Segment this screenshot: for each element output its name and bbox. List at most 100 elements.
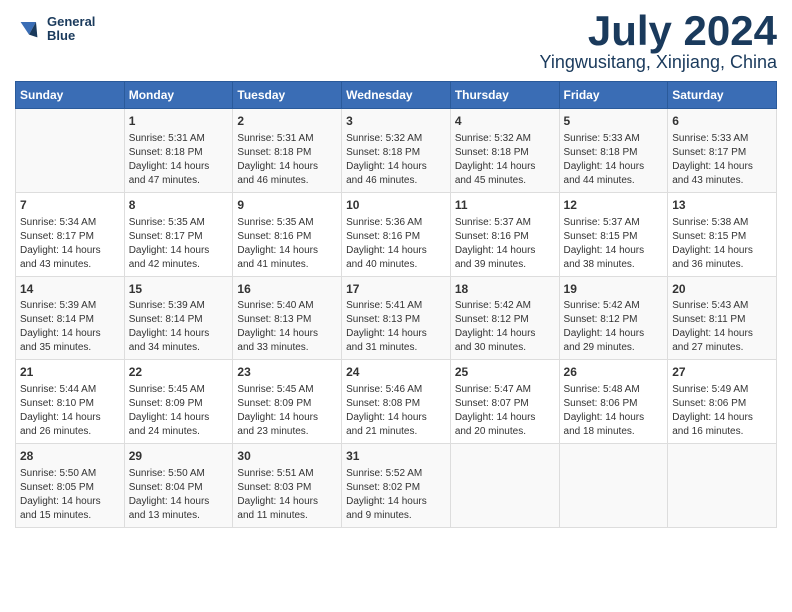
logo-line1: General: [47, 15, 95, 29]
calendar-cell: 27 Sunrise: 5:49 AM Sunset: 8:06 PM Dayli…: [668, 360, 777, 444]
header-day: Tuesday: [233, 82, 342, 109]
header-day: Friday: [559, 82, 668, 109]
cell-content: Sunrise: 5:51 AM Sunset: 8:03 PM Dayligh…: [237, 467, 337, 523]
cell-content: Sunrise: 5:33 AM Sunset: 8:17 PM Dayligh…: [672, 132, 772, 188]
calendar-cell: 28 Sunrise: 5:50 AM Sunset: 8:05 PM Dayli…: [16, 444, 125, 528]
calendar-cell: 4 Sunrise: 5:32 AM Sunset: 8:18 PM Daylig…: [450, 109, 559, 193]
day-number: 14: [20, 281, 120, 298]
day-number: 15: [129, 281, 229, 298]
day-number: 11: [455, 197, 555, 214]
logo-icon: [15, 15, 43, 43]
day-number: 17: [346, 281, 446, 298]
header-day: Saturday: [668, 82, 777, 109]
cell-content: Sunrise: 5:43 AM Sunset: 8:11 PM Dayligh…: [672, 299, 772, 355]
cell-content: Sunrise: 5:39 AM Sunset: 8:14 PM Dayligh…: [129, 299, 229, 355]
day-number: 23: [237, 364, 337, 381]
cell-content: Sunrise: 5:44 AM Sunset: 8:10 PM Dayligh…: [20, 383, 120, 439]
cell-content: Sunrise: 5:35 AM Sunset: 8:16 PM Dayligh…: [237, 216, 337, 272]
cell-content: Sunrise: 5:46 AM Sunset: 8:08 PM Dayligh…: [346, 383, 446, 439]
cell-content: Sunrise: 5:40 AM Sunset: 8:13 PM Dayligh…: [237, 299, 337, 355]
header-day: Sunday: [16, 82, 125, 109]
cell-content: Sunrise: 5:36 AM Sunset: 8:16 PM Dayligh…: [346, 216, 446, 272]
calendar-week-row: 7 Sunrise: 5:34 AM Sunset: 8:17 PM Daylig…: [16, 192, 777, 276]
title-block: July 2024 Yingwusitang, Xinjiang, China: [540, 10, 777, 73]
calendar-cell: 26Sunrise: 5:48 AM Sunset: 8:06 PM Dayli…: [559, 360, 668, 444]
cell-content: Sunrise: 5:45 AM Sunset: 8:09 PM Dayligh…: [129, 383, 229, 439]
calendar-cell: 25Sunrise: 5:47 AM Sunset: 8:07 PM Dayli…: [450, 360, 559, 444]
cell-content: Sunrise: 5:42 AM Sunset: 8:12 PM Dayligh…: [564, 299, 664, 355]
calendar-cell: 11 Sunrise: 5:37 AM Sunset: 8:16 PM Dayli…: [450, 192, 559, 276]
cell-content: Sunrise: 5:52 AM Sunset: 8:02 PM Dayligh…: [346, 467, 446, 523]
calendar-cell: 19Sunrise: 5:42 AM Sunset: 8:12 PM Dayli…: [559, 276, 668, 360]
cell-content: Sunrise: 5:45 AM Sunset: 8:09 PM Dayligh…: [237, 383, 337, 439]
day-number: 10: [346, 197, 446, 214]
calendar-cell: [16, 109, 125, 193]
cell-content: Sunrise: 5:47 AM Sunset: 8:07 PM Dayligh…: [455, 383, 555, 439]
calendar-cell: 16Sunrise: 5:40 AM Sunset: 8:13 PM Dayli…: [233, 276, 342, 360]
calendar-table: SundayMondayTuesdayWednesdayThursdayFrid…: [15, 81, 777, 528]
day-number: 27: [672, 364, 772, 381]
day-number: 4: [455, 113, 555, 130]
day-number: 31: [346, 448, 446, 465]
cell-content: Sunrise: 5:35 AM Sunset: 8:17 PM Dayligh…: [129, 216, 229, 272]
cell-content: Sunrise: 5:49 AM Sunset: 8:06 PM Dayligh…: [672, 383, 772, 439]
calendar-week-row: 28 Sunrise: 5:50 AM Sunset: 8:05 PM Dayli…: [16, 444, 777, 528]
calendar-week-row: 1Sunrise: 5:31 AM Sunset: 8:18 PM Daylig…: [16, 109, 777, 193]
calendar-cell: 18Sunrise: 5:42 AM Sunset: 8:12 PM Dayli…: [450, 276, 559, 360]
day-number: 9: [237, 197, 337, 214]
day-number: 7: [20, 197, 120, 214]
cell-content: Sunrise: 5:32 AM Sunset: 8:18 PM Dayligh…: [455, 132, 555, 188]
day-number: 1: [129, 113, 229, 130]
day-number: 21: [20, 364, 120, 381]
cell-content: Sunrise: 5:48 AM Sunset: 8:06 PM Dayligh…: [564, 383, 664, 439]
calendar-cell: 31 Sunrise: 5:52 AM Sunset: 8:02 PM Dayli…: [342, 444, 451, 528]
cell-content: Sunrise: 5:50 AM Sunset: 8:04 PM Dayligh…: [129, 467, 229, 523]
calendar-cell: 17Sunrise: 5:41 AM Sunset: 8:13 PM Dayli…: [342, 276, 451, 360]
cell-content: Sunrise: 5:41 AM Sunset: 8:13 PM Dayligh…: [346, 299, 446, 355]
day-number: 3: [346, 113, 446, 130]
calendar-cell: 3 Sunrise: 5:32 AM Sunset: 8:18 PM Daylig…: [342, 109, 451, 193]
calendar-body: 1Sunrise: 5:31 AM Sunset: 8:18 PM Daylig…: [16, 109, 777, 528]
calendar-cell: 2Sunrise: 5:31 AM Sunset: 8:18 PM Daylig…: [233, 109, 342, 193]
calendar-cell: 10 Sunrise: 5:36 AM Sunset: 8:16 PM Dayli…: [342, 192, 451, 276]
header-day: Wednesday: [342, 82, 451, 109]
calendar-cell: 14Sunrise: 5:39 AM Sunset: 8:14 PM Dayli…: [16, 276, 125, 360]
calendar-cell: 6 Sunrise: 5:33 AM Sunset: 8:17 PM Daylig…: [668, 109, 777, 193]
calendar-cell: 22Sunrise: 5:45 AM Sunset: 8:09 PM Dayli…: [124, 360, 233, 444]
calendar-cell: 15Sunrise: 5:39 AM Sunset: 8:14 PM Dayli…: [124, 276, 233, 360]
logo: General Blue: [15, 15, 95, 44]
day-number: 28: [20, 448, 120, 465]
day-number: 24: [346, 364, 446, 381]
calendar-cell: 8 Sunrise: 5:35 AM Sunset: 8:17 PM Daylig…: [124, 192, 233, 276]
cell-content: Sunrise: 5:37 AM Sunset: 8:16 PM Dayligh…: [455, 216, 555, 272]
cell-content: Sunrise: 5:42 AM Sunset: 8:12 PM Dayligh…: [455, 299, 555, 355]
calendar-cell: 20Sunrise: 5:43 AM Sunset: 8:11 PM Dayli…: [668, 276, 777, 360]
calendar-cell: 24 Sunrise: 5:46 AM Sunset: 8:08 PM Dayli…: [342, 360, 451, 444]
day-number: 19: [564, 281, 664, 298]
cell-content: Sunrise: 5:37 AM Sunset: 8:15 PM Dayligh…: [564, 216, 664, 272]
day-number: 13: [672, 197, 772, 214]
day-number: 6: [672, 113, 772, 130]
cell-content: Sunrise: 5:50 AM Sunset: 8:05 PM Dayligh…: [20, 467, 120, 523]
day-number: 30: [237, 448, 337, 465]
calendar-week-row: 14 Sunrise: 5:39 AM Sunset: 8:14 PM Dayli…: [16, 276, 777, 360]
day-number: 16: [237, 281, 337, 298]
calendar-cell: 9 Sunrise: 5:35 AM Sunset: 8:16 PM Daylig…: [233, 192, 342, 276]
logo-text: General Blue: [47, 15, 95, 44]
calendar-cell: [559, 444, 668, 528]
calendar-cell: 29Sunrise: 5:50 AM Sunset: 8:04 PM Dayli…: [124, 444, 233, 528]
calendar-cell: [450, 444, 559, 528]
calendar-cell: 7 Sunrise: 5:34 AM Sunset: 8:17 PM Daylig…: [16, 192, 125, 276]
header-day: Monday: [124, 82, 233, 109]
calendar-cell: 5Sunrise: 5:33 AM Sunset: 8:18 PM Daylig…: [559, 109, 668, 193]
calendar-cell: 12Sunrise: 5:37 AM Sunset: 8:15 PM Dayli…: [559, 192, 668, 276]
day-number: 2: [237, 113, 337, 130]
cell-content: Sunrise: 5:32 AM Sunset: 8:18 PM Dayligh…: [346, 132, 446, 188]
cell-content: Sunrise: 5:33 AM Sunset: 8:18 PM Dayligh…: [564, 132, 664, 188]
calendar-header: SundayMondayTuesdayWednesdayThursdayFrid…: [16, 82, 777, 109]
day-number: 20: [672, 281, 772, 298]
day-number: 8: [129, 197, 229, 214]
cell-content: Sunrise: 5:34 AM Sunset: 8:17 PM Dayligh…: [20, 216, 120, 272]
page-header: General Blue July 2024 Yingwusitang, Xin…: [15, 10, 777, 73]
calendar-cell: 13Sunrise: 5:38 AM Sunset: 8:15 PM Dayli…: [668, 192, 777, 276]
